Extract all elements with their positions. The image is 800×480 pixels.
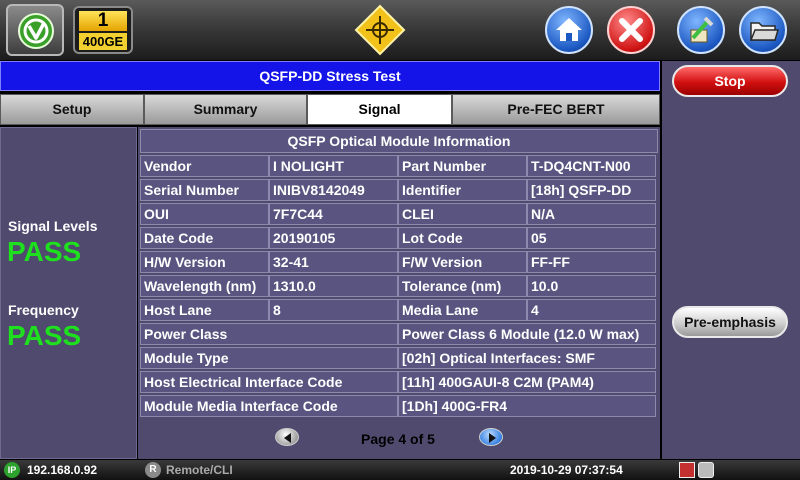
page-indicator: Page 4 of 5 bbox=[361, 431, 435, 447]
info-label: Tolerance (nm) bbox=[398, 275, 527, 297]
info-value: 05 bbox=[527, 227, 656, 249]
info-value: N/A bbox=[527, 203, 656, 225]
info-label: Part Number bbox=[398, 155, 527, 177]
info-value: 4 bbox=[527, 299, 656, 321]
folder-icon bbox=[749, 22, 780, 41]
pre-emphasis-button[interactable]: Pre-emphasis bbox=[672, 306, 788, 338]
app-logo-button[interactable] bbox=[6, 4, 64, 56]
remote-icon: R bbox=[145, 462, 161, 478]
home-button[interactable] bbox=[545, 6, 593, 54]
info-label: Serial Number bbox=[140, 179, 269, 201]
tab-setup[interactable]: Setup bbox=[0, 94, 144, 125]
settings-tray-icon[interactable] bbox=[698, 462, 714, 478]
info-label: OUI bbox=[140, 203, 269, 225]
tab-pre-fec-bert[interactable]: Pre-FEC BERT bbox=[452, 94, 660, 125]
status-bar: IP 192.168.0.92 R Remote/CLI 2019-10-29 … bbox=[0, 460, 800, 480]
module-info-title: QSFP Optical Module Information bbox=[140, 129, 658, 153]
info-label: Host Lane bbox=[140, 299, 269, 321]
side-action-panel: Stop Pre-emphasis bbox=[662, 61, 800, 459]
info-value: 1310.0 bbox=[269, 275, 398, 297]
info-value: T-DQ4CNT-N00 bbox=[527, 155, 656, 177]
info-value: 32-41 bbox=[269, 251, 398, 273]
info-value: 10.0 bbox=[527, 275, 656, 297]
info-label: H/W Version bbox=[140, 251, 269, 273]
info-value: 7F7C44 bbox=[269, 203, 398, 225]
arrow-left-icon bbox=[284, 433, 291, 443]
info-label: Power Class bbox=[140, 323, 398, 345]
info-value: 20190105 bbox=[269, 227, 398, 249]
info-label: Wavelength (nm) bbox=[140, 275, 269, 297]
info-value: FF-FF bbox=[527, 251, 656, 273]
page-title: QSFP-DD Stress Test bbox=[0, 61, 660, 91]
frequency-status: PASS bbox=[7, 320, 82, 351]
ip-address: 192.168.0.92 bbox=[27, 463, 98, 477]
arrow-right-icon bbox=[489, 433, 496, 443]
info-label: Lot Code bbox=[398, 227, 527, 249]
module-info-panel: QSFP Optical Module Information Vendor I … bbox=[138, 127, 660, 459]
port-number: 1 bbox=[79, 11, 127, 31]
folder-button[interactable] bbox=[739, 6, 787, 54]
info-value: [02h] Optical Interfaces: SMF bbox=[398, 347, 656, 369]
date-time: 2019-10-29 07:37:54 bbox=[510, 463, 623, 477]
tools-icon bbox=[690, 16, 714, 43]
status-panel: Signal Levels PASS Frequency PASS bbox=[0, 127, 137, 459]
port-rate: 400GE bbox=[79, 33, 127, 50]
home-icon bbox=[556, 18, 582, 41]
stop-button[interactable]: Stop bbox=[672, 65, 788, 97]
tools-button[interactable] bbox=[677, 6, 725, 54]
info-value: Power Class 6 Module (12.0 W max) bbox=[398, 323, 656, 345]
info-label: CLEI bbox=[398, 203, 527, 225]
top-toolbar: 1 400GE bbox=[0, 0, 800, 60]
info-label: F/W Version bbox=[398, 251, 527, 273]
info-value: [11h] 400GAUI-8 C2M (PAM4) bbox=[398, 371, 656, 393]
alarm-tray-icon[interactable] bbox=[679, 462, 695, 478]
crosshair-diamond-icon[interactable] bbox=[354, 4, 406, 56]
tab-summary[interactable]: Summary bbox=[144, 94, 307, 125]
ip-icon: IP bbox=[4, 462, 20, 478]
tab-bar: Setup Summary Signal Pre-FEC BERT bbox=[0, 94, 660, 125]
app-logo-icon bbox=[18, 13, 54, 49]
info-value: 8 bbox=[269, 299, 398, 321]
info-value: I NOLIGHT bbox=[269, 155, 398, 177]
info-value: [1Dh] 400G-FR4 bbox=[398, 395, 656, 417]
previous-page-button[interactable] bbox=[275, 428, 299, 446]
frequency-label: Frequency bbox=[8, 302, 79, 318]
info-label: Date Code bbox=[140, 227, 269, 249]
signal-levels-label: Signal Levels bbox=[8, 218, 98, 234]
next-page-button[interactable] bbox=[479, 428, 503, 446]
tab-signal[interactable]: Signal bbox=[307, 94, 452, 125]
info-value: [18h] QSFP-DD bbox=[527, 179, 656, 201]
info-label: Module Type bbox=[140, 347, 398, 369]
info-label: Vendor bbox=[140, 155, 269, 177]
info-value: INIBV8142049 bbox=[269, 179, 398, 201]
info-label: Media Lane bbox=[398, 299, 527, 321]
signal-levels-status: PASS bbox=[7, 236, 82, 267]
close-icon bbox=[619, 18, 643, 42]
info-label: Host Electrical Interface Code bbox=[140, 371, 398, 393]
remote-status: Remote/CLI bbox=[166, 463, 233, 477]
port-selector[interactable]: 1 400GE bbox=[73, 6, 133, 54]
close-button[interactable] bbox=[607, 6, 655, 54]
info-label: Identifier bbox=[398, 179, 527, 201]
info-label: Module Media Interface Code bbox=[140, 395, 398, 417]
